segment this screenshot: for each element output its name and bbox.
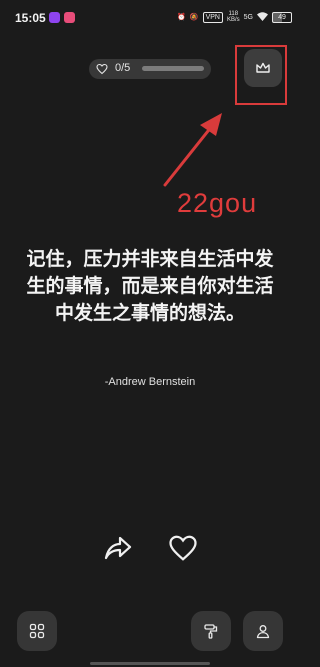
themes-button[interactable]: [191, 611, 231, 651]
progress-count: 0/5: [115, 62, 131, 74]
annotation-label: 22gou: [177, 188, 258, 218]
person-icon: [256, 625, 270, 639]
network-speed: 118 KB/s: [227, 11, 240, 23]
system-icons: ⏰ 🔕 VPN 118 KB/s 5G 49: [177, 11, 292, 23]
battery-indicator: 49: [272, 11, 292, 23]
profile-button[interactable]: [243, 611, 283, 651]
quote-line: 中发生之事情的想法。: [54, 302, 245, 324]
wifi-icon: [257, 11, 268, 23]
quote-text: 记住，压力并非来自生活中发 生的事情，而是来自你对生活 中发生之事情的想法。: [0, 246, 300, 327]
speed-unit: KB/s: [226, 17, 240, 23]
annotation-highlight-box: [235, 45, 287, 105]
status-bar: 15:05 ⏰ 🔕 VPN 118 KB/s 5G 49: [0, 0, 300, 34]
home-indicator[interactable]: [90, 662, 210, 665]
alarm-icon: ⏰: [177, 14, 186, 21]
status-time: 15:05: [15, 11, 46, 25]
like-button[interactable]: [168, 533, 198, 563]
heart-outline-icon: [96, 63, 108, 75]
network-type: 5G: [243, 13, 253, 21]
mute-icon: 🔕: [189, 14, 199, 21]
paint-roller-icon: [204, 624, 218, 639]
app-notification-icon-2: [64, 12, 75, 23]
quote-author: -Andrew Bernstein: [104, 376, 196, 388]
heart-icon: [169, 535, 197, 561]
categories-button[interactable]: [17, 611, 57, 651]
grid-icon: [29, 623, 45, 639]
battery-level: 49: [278, 13, 286, 21]
vpn-badge: VPN: [202, 11, 223, 23]
daily-progress-pill[interactable]: 0/5: [89, 59, 211, 79]
quote-line: 生的事情，而是来自你对生活: [26, 275, 274, 297]
share-arrow-icon: [104, 536, 132, 560]
progress-bar: [142, 66, 204, 71]
share-button[interactable]: [103, 533, 133, 563]
quote-line: 记住，压力并非来自生活中发: [26, 248, 274, 270]
app-notification-icon: [49, 12, 60, 23]
